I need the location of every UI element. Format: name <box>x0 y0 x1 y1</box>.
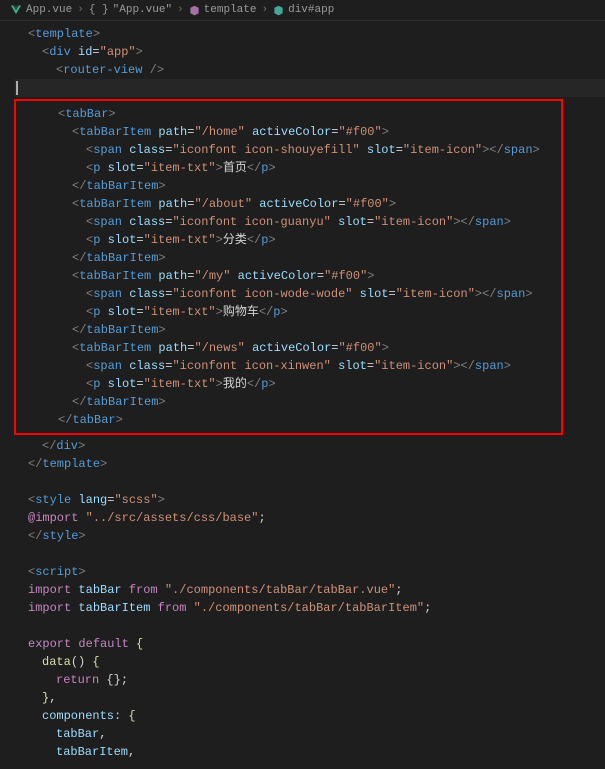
code-line[interactable]: </tabBarItem> <box>16 249 561 267</box>
code-line[interactable]: <p slot="item-txt">分类</p> <box>16 231 561 249</box>
code-line[interactable]: </div> <box>14 437 605 455</box>
code-editor[interactable]: <template> <div id="app"> <router-view /… <box>0 21 605 761</box>
code-line[interactable]: @import "../src/assets/css/base"; <box>14 509 605 527</box>
code-line[interactable]: </tabBarItem> <box>16 393 561 411</box>
chevron-right-icon: › <box>261 4 268 16</box>
template-icon <box>189 5 200 16</box>
code-line[interactable]: <span class="iconfont icon-wode-wode" sl… <box>16 285 561 303</box>
code-line[interactable]: components: { <box>14 707 605 725</box>
code-line[interactable]: <tabBarItem path="/news" activeColor="#f… <box>16 339 561 357</box>
code-line[interactable]: import tabBar from "./components/tabBar/… <box>14 581 605 599</box>
breadcrumb-template[interactable]: template <box>204 4 257 16</box>
code-line[interactable]: return {}; <box>14 671 605 689</box>
vue-file-icon <box>10 4 22 16</box>
code-line[interactable]: import tabBarItem from "./components/tab… <box>14 599 605 617</box>
code-line[interactable]: <span class="iconfont icon-xinwen" slot=… <box>16 357 561 375</box>
code-line[interactable]: tabBarItem, <box>14 743 605 761</box>
code-line[interactable]: data() { <box>14 653 605 671</box>
code-line[interactable]: <style lang="scss"> <box>14 491 605 509</box>
highlighted-code-block: <tabBar> <tabBarItem path="/home" active… <box>14 99 563 435</box>
code-line[interactable]: }, <box>14 689 605 707</box>
breadcrumb-div[interactable]: div#app <box>288 4 334 16</box>
code-line[interactable]: <span class="iconfont icon-guanyu" slot=… <box>16 213 561 231</box>
code-line[interactable]: <tabBar> <box>16 105 561 123</box>
code-line[interactable]: <p slot="item-txt">首页</p> <box>16 159 561 177</box>
code-line[interactable]: export default { <box>14 635 605 653</box>
code-line[interactable]: <tabBarItem path="/my" activeColor="#f00… <box>16 267 561 285</box>
code-line[interactable]: </tabBarItem> <box>16 321 561 339</box>
code-line[interactable]: </style> <box>14 527 605 545</box>
breadcrumb: App.vue › { } "App.vue" › template › div… <box>0 0 605 21</box>
code-line[interactable]: </tabBarItem> <box>16 177 561 195</box>
code-line[interactable]: <p slot="item-txt">购物车</p> <box>16 303 561 321</box>
json-braces-icon: { } <box>89 4 109 16</box>
code-line[interactable]: </tabBar> <box>16 411 561 429</box>
code-line[interactable]: <span class="iconfont icon-shouyefill" s… <box>16 141 561 159</box>
breadcrumb-file[interactable]: App.vue <box>26 4 72 16</box>
code-line[interactable]: <tabBarItem path="/about" activeColor="#… <box>16 195 561 213</box>
breadcrumb-json[interactable]: "App.vue" <box>113 4 172 16</box>
text-cursor <box>16 81 18 95</box>
div-icon <box>273 5 284 16</box>
code-line[interactable]: <script> <box>14 563 605 581</box>
code-line[interactable] <box>14 473 605 491</box>
code-line[interactable]: <p slot="item-txt">我的</p> <box>16 375 561 393</box>
code-line[interactable]: <div id="app"> <box>14 43 605 61</box>
code-line[interactable]: <template> <box>14 25 605 43</box>
code-line[interactable]: tabBar, <box>14 725 605 743</box>
code-line[interactable] <box>14 617 605 635</box>
code-line[interactable]: <router-view /> <box>14 61 605 79</box>
code-line[interactable]: <tabBarItem path="/home" activeColor="#f… <box>16 123 561 141</box>
code-line[interactable] <box>14 79 605 97</box>
chevron-right-icon: › <box>177 4 184 16</box>
code-line[interactable] <box>14 545 605 563</box>
chevron-right-icon: › <box>77 4 84 16</box>
code-line[interactable]: </template> <box>14 455 605 473</box>
